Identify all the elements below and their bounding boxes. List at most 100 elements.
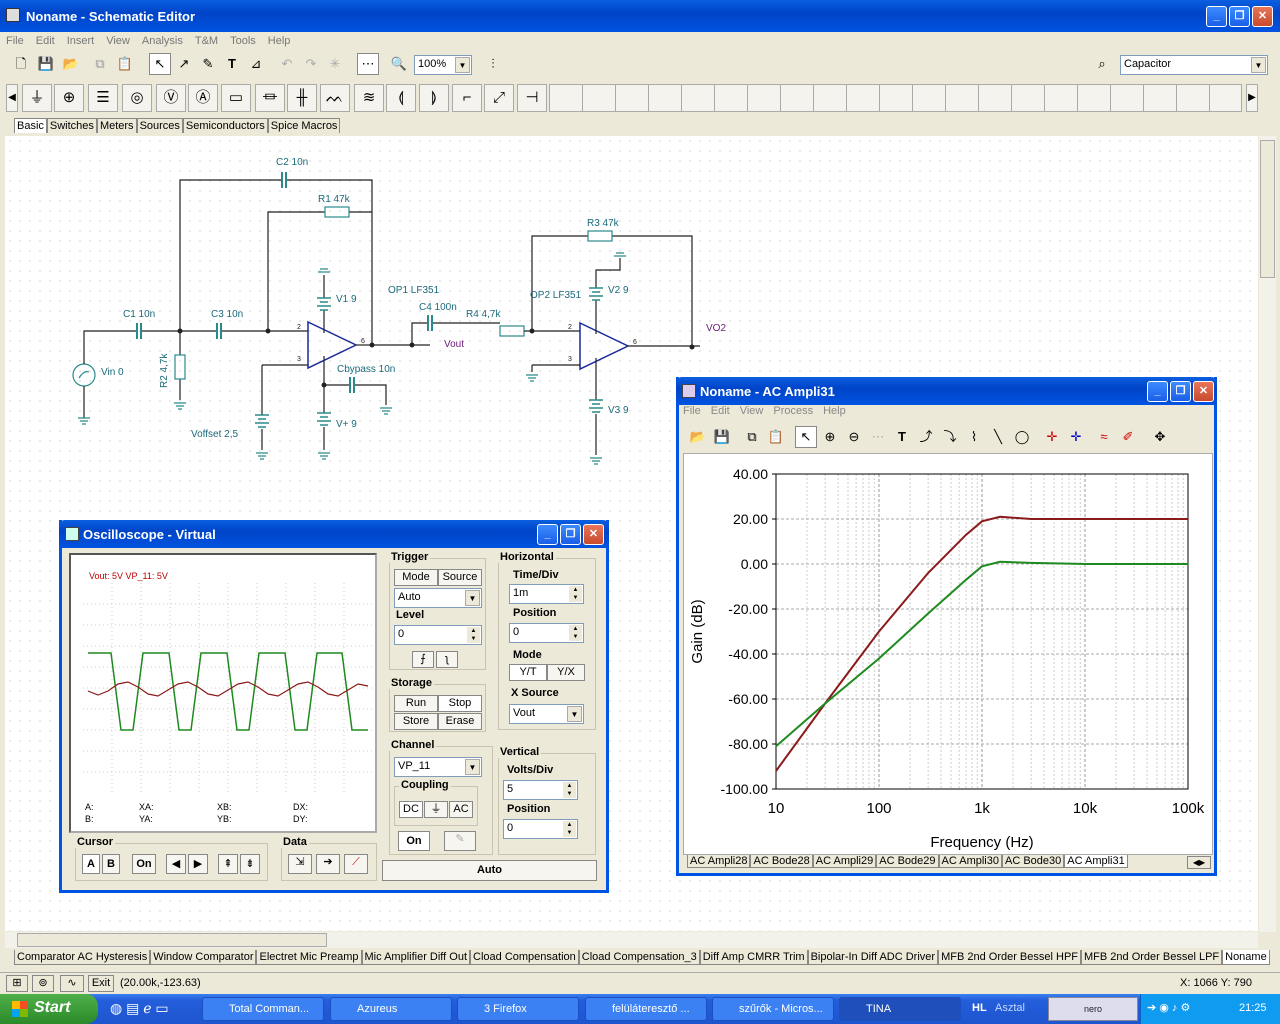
tray-icons[interactable]: ➔ ◉ ♪ ⚙ bbox=[1147, 1001, 1190, 1014]
probe-pen-icon[interactable]: ✐ bbox=[1117, 426, 1139, 448]
vertical-position-input[interactable]: 0 ▲ ▼ bbox=[503, 819, 578, 839]
cursor-b-button[interactable]: B bbox=[102, 854, 120, 874]
probe-icon[interactable]: ✎ bbox=[444, 831, 476, 851]
cursor-down-icon[interactable]: ⇟ bbox=[240, 854, 260, 874]
trigger-level-input[interactable]: 0 ▲ ▼ bbox=[394, 625, 482, 645]
task-firefox[interactable]: 3 Firefox bbox=[457, 997, 579, 1021]
horizontal-scrollbar[interactable] bbox=[5, 932, 1258, 948]
nero-search-icon[interactable]: nero bbox=[1048, 997, 1138, 1021]
vertical-scrollbar[interactable] bbox=[1259, 136, 1276, 932]
arrow-tool2-icon[interactable]: ⤵ bbox=[939, 426, 961, 448]
copy-icon[interactable]: ⧉ bbox=[741, 426, 763, 448]
stop-button[interactable]: Stop bbox=[438, 695, 482, 712]
data-export-icon[interactable]: ⇲ bbox=[288, 854, 312, 874]
analysis-menu-view[interactable]: View bbox=[740, 405, 764, 417]
zoom-in-icon[interactable]: ⊕ bbox=[819, 426, 841, 448]
scope-close-button[interactable]: ✕ bbox=[583, 524, 604, 545]
scope-minimize-button[interactable]: _ bbox=[537, 524, 558, 545]
cursor-b-icon[interactable]: ✛ bbox=[1065, 426, 1087, 448]
spin-arrows-icon[interactable]: ▲ ▼ bbox=[467, 627, 480, 643]
channel-select[interactable]: VP_11 ▼ bbox=[394, 757, 482, 777]
analysis-menu-process[interactable]: Process bbox=[773, 405, 813, 417]
sheet-tab[interactable]: Cload Compensation_3 bbox=[578, 950, 700, 965]
scope-screen[interactable]: Vout: 5V VP_11: 5V A: B: XA: YA: XB: YB:… bbox=[69, 553, 377, 833]
analysis-menu-file[interactable]: File bbox=[683, 405, 701, 417]
yx-mode-button[interactable]: Y/X bbox=[547, 664, 585, 681]
line-icon[interactable]: ╲ bbox=[987, 426, 1009, 448]
run-button[interactable]: Run bbox=[394, 695, 438, 712]
open-icon[interactable]: 📂 bbox=[687, 426, 709, 448]
dc-coupling-button[interactable]: DC bbox=[399, 801, 423, 818]
falling-edge-button[interactable]: ʅ bbox=[436, 651, 458, 668]
grid-icon[interactable]: ⋯ bbox=[867, 426, 889, 448]
task-total-commander[interactable]: Total Comman... bbox=[202, 997, 324, 1021]
curve-label-icon[interactable]: ⌇ bbox=[963, 426, 985, 448]
time-div-input[interactable]: 1m ▲ ▼ bbox=[509, 584, 584, 604]
scope-maximize-button[interactable]: ❐ bbox=[560, 524, 581, 545]
circle-icon[interactable]: ◯ bbox=[1011, 426, 1033, 448]
channel-on-button[interactable]: On bbox=[398, 831, 430, 851]
waves-icon[interactable]: ≈ bbox=[1093, 426, 1115, 448]
analysis-tab[interactable]: AC Ampli28 bbox=[687, 855, 751, 868]
task-tina[interactable]: TINA bbox=[839, 997, 961, 1021]
cursor-left-icon[interactable]: ◀ bbox=[166, 854, 186, 874]
paste-icon[interactable]: 📋 bbox=[765, 426, 787, 448]
sheet-tab[interactable]: MFB 2nd Order Bessel LPF bbox=[1081, 950, 1223, 965]
task-azureus[interactable]: Azureus bbox=[330, 997, 452, 1021]
analysis-menu-help[interactable]: Help bbox=[823, 405, 846, 417]
exit-button[interactable]: Exit bbox=[88, 975, 114, 992]
sheet-tab[interactable]: Bipolar-In Diff ADC Driver bbox=[807, 950, 939, 965]
analysis-tab[interactable]: AC Ampli30 bbox=[938, 855, 1002, 868]
analysis-menu-edit[interactable]: Edit bbox=[711, 405, 730, 417]
network-icon[interactable]: ⊞ bbox=[6, 975, 28, 992]
sheet-tab[interactable]: Mic Amplifier Diff Out bbox=[361, 950, 471, 965]
sheet-tab[interactable]: Diff Amp CMRR Trim bbox=[699, 950, 808, 965]
task-word[interactable]: szűrők - Micros... bbox=[712, 997, 834, 1021]
volts-div-input[interactable]: 5 ▲ ▼ bbox=[503, 780, 578, 800]
horizontal-scroll-thumb[interactable] bbox=[17, 933, 327, 947]
analysis-tab-active[interactable]: AC Ampli31 bbox=[1064, 855, 1128, 868]
data-send-icon[interactable]: ➔ bbox=[316, 854, 340, 874]
bode-plot-area[interactable]: 40.00 20.00 0.00 -20.00 -40.00 -60.00 -80.00 -1… bbox=[683, 453, 1213, 855]
analysis-minimize-button[interactable]: _ bbox=[1147, 381, 1168, 402]
tab-scroll-arrows-icon[interactable]: ◀▶ bbox=[1187, 856, 1211, 869]
cursor-on-button[interactable]: On bbox=[132, 854, 156, 874]
spin-arrows-icon[interactable]: ▲ ▼ bbox=[563, 782, 576, 798]
sheet-tab[interactable]: Window Comparator bbox=[150, 950, 257, 965]
trigger-mode-select[interactable]: Auto ▼ bbox=[394, 588, 482, 608]
analysis-tab[interactable]: AC Bode29 bbox=[876, 855, 939, 868]
arrow-tool-icon[interactable]: ⤴ bbox=[915, 426, 937, 448]
text-icon[interactable]: T bbox=[891, 426, 913, 448]
x-source-select[interactable]: Vout ▼ bbox=[509, 704, 584, 724]
data-diagram-icon[interactable]: ⟋ bbox=[344, 854, 368, 874]
auto-button[interactable]: Auto bbox=[382, 860, 597, 881]
analysis-close-button[interactable]: ✕ bbox=[1193, 381, 1214, 402]
trigger-source-button[interactable]: Source bbox=[438, 569, 482, 586]
pan-arrows-icon[interactable]: ✥ bbox=[1149, 426, 1171, 448]
cursor-a-button[interactable]: A bbox=[82, 854, 100, 874]
analysis-tab[interactable]: AC Ampli29 bbox=[812, 855, 877, 868]
analysis-maximize-button[interactable]: ❐ bbox=[1170, 381, 1191, 402]
quicklaunch-icons[interactable]: ◍ ▤ ℯ ▭ bbox=[110, 1000, 169, 1017]
meter-icon[interactable]: ⊚ bbox=[32, 975, 54, 992]
diagram-icon[interactable]: ∿ bbox=[60, 975, 84, 992]
save-icon[interactable]: 💾 bbox=[711, 426, 733, 448]
trigger-mode-button[interactable]: Mode bbox=[394, 569, 438, 586]
cursor-right-icon[interactable]: ▶ bbox=[188, 854, 208, 874]
ac-coupling-button[interactable]: AC bbox=[449, 801, 473, 818]
erase-button[interactable]: Erase bbox=[438, 713, 482, 730]
sheet-tab[interactable]: Cload Compensation bbox=[470, 950, 579, 965]
horizontal-position-input[interactable]: 0 ▲ ▼ bbox=[509, 623, 584, 643]
sheet-tab[interactable]: Comparator AC Hysteresis bbox=[14, 950, 151, 965]
vertical-scroll-thumb[interactable] bbox=[1260, 140, 1275, 278]
task-document[interactable]: felüláteresztő ... bbox=[585, 997, 707, 1021]
ground-coupling-icon[interactable]: ⏚ bbox=[424, 801, 448, 818]
sheet-tab-active[interactable]: Noname bbox=[1222, 950, 1270, 965]
cursor-a-icon[interactable]: ✛ bbox=[1041, 426, 1063, 448]
analysis-tab[interactable]: AC Bode28 bbox=[750, 855, 813, 868]
store-button[interactable]: Store bbox=[394, 713, 438, 730]
spin-arrows-icon[interactable]: ▲ ▼ bbox=[569, 625, 582, 641]
yt-mode-button[interactable]: Y/T bbox=[509, 664, 547, 681]
rising-edge-button[interactable]: ⨍ bbox=[412, 651, 434, 668]
select-arrow-icon[interactable]: ↖ bbox=[795, 426, 817, 448]
